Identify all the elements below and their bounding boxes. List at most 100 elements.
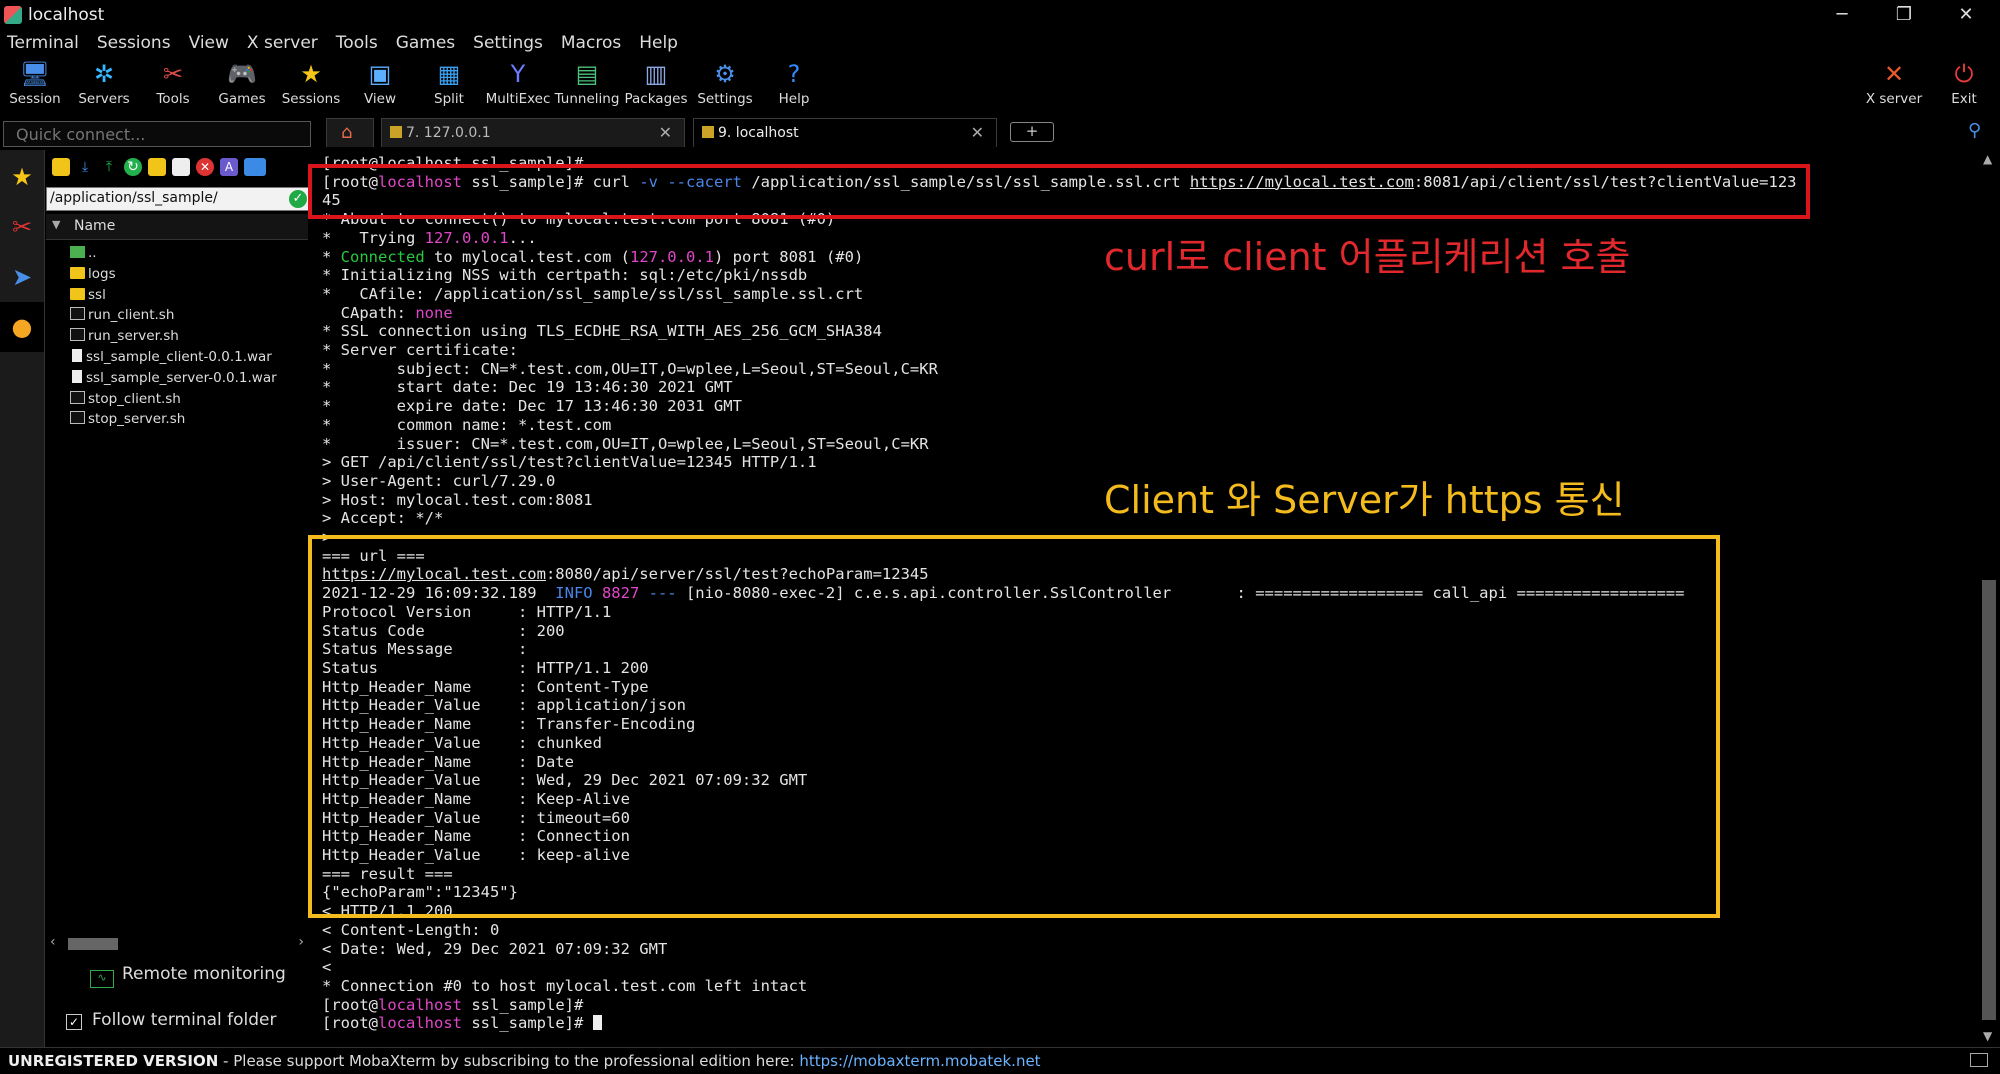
menu-item-games[interactable]: Games — [396, 33, 455, 53]
file-name: stop_client.sh — [88, 390, 181, 407]
rename-icon[interactable]: A — [220, 158, 238, 176]
parent-folder-icon[interactable] — [52, 158, 70, 176]
scroll-down-icon[interactable]: ▼ — [1983, 1029, 1992, 1043]
file-icon — [70, 390, 85, 404]
scroll-thumb[interactable] — [1982, 580, 1996, 1020]
file-list-item[interactable]: stop_server.sh — [70, 411, 185, 431]
terminal-line: CApath: none — [322, 303, 453, 322]
toolbar-packages-button[interactable]: ▥ Packages — [622, 56, 690, 113]
path-ok-icon[interactable]: ✓ — [289, 190, 307, 208]
sftp-path-field[interactable]: /application/ssl_sample/ ✓ — [46, 187, 310, 211]
file-list-item[interactable]: run_server.sh — [70, 328, 179, 348]
keyboard-icon[interactable] — [1970, 1053, 1988, 1067]
new-folder-icon[interactable] — [148, 158, 166, 176]
toggle-view-icon[interactable] — [244, 158, 266, 176]
parent-dir-icon — [70, 246, 85, 258]
minimize-button[interactable]: ─ — [1812, 2, 1872, 28]
tab-session-localhost[interactable]: 9. localhost ✕ — [693, 118, 997, 147]
file-list-header[interactable]: ▼ Name — [46, 214, 308, 240]
checkbox-checked-icon[interactable]: ✓ — [66, 1014, 82, 1030]
quick-connect-input[interactable] — [4, 122, 310, 146]
toolbar-split-button[interactable]: ▦ Split — [415, 56, 483, 113]
prompt: [root@localhost ssl_sample]# — [322, 995, 593, 1014]
toolbar-help-button[interactable]: ? Help — [760, 56, 828, 113]
file-list-item[interactable]: logs — [70, 266, 116, 286]
toolbar-settings-button[interactable]: ⚙ Settings — [691, 56, 759, 113]
menu-item-help[interactable]: Help — [639, 33, 678, 53]
delete-icon[interactable]: ✕ — [196, 158, 214, 176]
toolbar-label: Help — [778, 91, 810, 107]
toolbar-session-button[interactable]: 🖥 Session — [1, 56, 69, 113]
file-list-item[interactable]: stop_client.sh — [70, 390, 181, 411]
toolbar-exit-button[interactable]: ⏻ Exit — [1930, 56, 1998, 113]
toolbar-multiexec-button[interactable]: Y MultiExec — [484, 56, 552, 113]
sessions-star-icon[interactable]: ★ — [0, 152, 44, 202]
servers-icon: ✲ — [93, 60, 115, 88]
file-list-item[interactable]: ssl — [70, 287, 106, 307]
refresh-icon[interactable]: ↻ — [124, 158, 142, 176]
terminal-line: * Initializing NSS with certpath: sql:/e… — [322, 266, 808, 285]
toolbar-label: Sessions — [281, 91, 341, 107]
file-list-item[interactable]: .. — [70, 245, 97, 265]
toolbar-view-button[interactable]: ▣ View — [346, 56, 414, 113]
file-list-item[interactable]: ssl_sample_client-0.0.1.war — [70, 349, 272, 369]
follow-folder-checkbox[interactable]: ✓ Follow terminal folder — [66, 1010, 277, 1030]
file-icon — [72, 369, 82, 383]
attach-icon[interactable]: ⚲ — [1968, 120, 1981, 141]
settings-icon: ⚙ — [714, 60, 736, 88]
tab-close-icon[interactable]: ✕ — [659, 123, 672, 142]
tools-icon[interactable]: ✂ — [0, 202, 44, 252]
quick-connect[interactable] — [3, 121, 311, 147]
tab-close-icon[interactable]: ✕ — [971, 123, 984, 142]
toolbar-servers-button[interactable]: ✲ Servers — [70, 56, 138, 113]
terminal-scrollbar[interactable]: ▲ ▼ — [1978, 150, 2000, 1045]
menu-item-settings[interactable]: Settings — [473, 33, 543, 53]
toolbar-games-button[interactable]: 🎮 Games — [208, 56, 276, 113]
home-icon: ⌂ — [341, 122, 353, 143]
menu-item-terminal[interactable]: Terminal — [7, 33, 79, 53]
toolbar-tools-button[interactable]: ✂ Tools — [139, 56, 207, 113]
terminal-line: * Connected to mylocal.test.com (127.0.0… — [322, 247, 864, 266]
toolbar-x-server-button[interactable]: ✕ X server — [1860, 56, 1928, 113]
file-name: .. — [88, 245, 97, 261]
mobaxterm-logo-icon — [4, 6, 22, 24]
toolbar-tunneling-button[interactable]: ▤ Tunneling — [553, 56, 621, 113]
terminal-line: < — [322, 958, 332, 977]
macros-send-icon[interactable]: ➤ — [0, 252, 44, 302]
tab-session-127[interactable]: 7. 127.0.0.1 ✕ — [381, 118, 685, 147]
scroll-up-icon[interactable]: ▲ — [1983, 152, 1992, 166]
scroll-left-icon[interactable]: ‹ — [50, 934, 56, 950]
close-window-button[interactable]: ✕ — [1936, 2, 1996, 28]
menu-item-sessions[interactable]: Sessions — [97, 33, 171, 53]
terminal-line: * issuer: CN=*.test.com,OU=IT,O=wplee,L=… — [322, 434, 929, 453]
sftp-icon[interactable]: ● — [0, 302, 44, 352]
file-list-item[interactable]: run_client.sh — [70, 307, 174, 327]
sort-triangle-icon: ▼ — [52, 218, 61, 231]
download-icon[interactable]: ⤓ — [76, 158, 94, 176]
file-list-item[interactable]: ssl_sample_server-0.0.1.war — [70, 369, 277, 390]
new-tab-button[interactable]: + — [1010, 122, 1054, 142]
menu-item-macros[interactable]: Macros — [561, 33, 621, 53]
terminal-line: * SSL connection using TLS_ECDHE_RSA_WIT… — [322, 322, 882, 341]
highlight-box-red — [308, 164, 1810, 219]
menu-item-tools[interactable]: Tools — [336, 33, 378, 53]
scroll-thumb[interactable] — [68, 938, 118, 950]
mobatek-link[interactable]: https://mobaxterm.mobatek.net — [799, 1052, 1040, 1070]
highlight-box-yellow — [308, 535, 1720, 918]
scroll-right-icon[interactable]: › — [298, 934, 304, 950]
horizontal-scrollbar[interactable]: ‹ › — [50, 934, 304, 954]
view-icon: ▣ — [368, 60, 392, 88]
tab-home[interactable]: ⌂ — [326, 118, 374, 147]
upload-icon[interactable]: ⤒ — [100, 158, 118, 176]
menu-item-view[interactable]: View — [189, 33, 229, 53]
new-file-icon[interactable] — [172, 158, 190, 176]
sftp-path-value: /application/ssl_sample/ — [50, 190, 218, 206]
toolbar-sessions-button[interactable]: ★ Sessions — [277, 56, 345, 113]
file-name: ssl — [88, 286, 106, 303]
side-strip: ★ ✂ ➤ ● — [0, 150, 44, 1050]
remote-monitoring-button[interactable]: ∿ Remote monitoring — [90, 964, 286, 988]
restore-button[interactable]: ❐ — [1874, 2, 1934, 28]
menu-item-x-server[interactable]: X server — [247, 33, 318, 53]
terminal-line: * CAfile: /application/ssl_sample/ssl/ss… — [322, 284, 864, 303]
terminal-line: < Date: Wed, 29 Dec 2021 07:09:32 GMT — [322, 939, 668, 958]
